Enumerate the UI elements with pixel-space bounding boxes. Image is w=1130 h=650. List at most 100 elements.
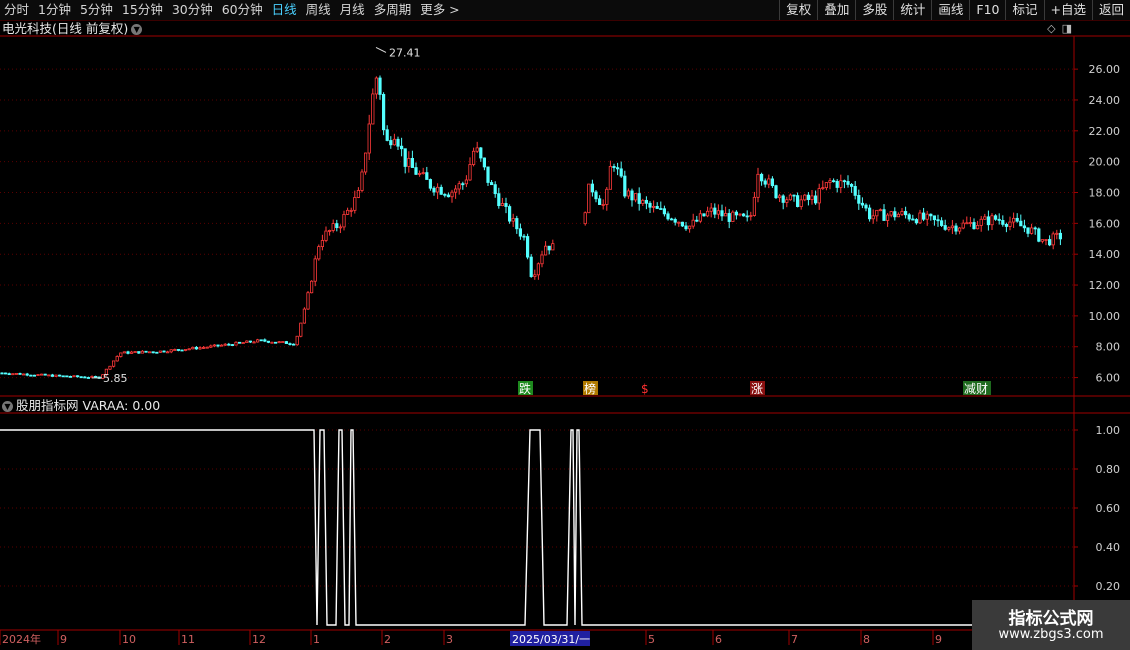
candle-body bbox=[799, 199, 803, 207]
price-tick-label: 6.00 bbox=[1096, 372, 1121, 385]
logo-line2: www.zbgs3.com bbox=[998, 627, 1104, 642]
candle-body bbox=[489, 182, 494, 186]
candle-body bbox=[745, 215, 749, 218]
signal-marker-label[interactable]: $ bbox=[641, 382, 649, 396]
candle-body bbox=[119, 352, 123, 357]
candle-body bbox=[662, 208, 667, 215]
signal-marker-label[interactable]: 榜 bbox=[584, 381, 596, 396]
candle-body bbox=[688, 225, 692, 230]
signal-marker-label[interactable]: 涨 bbox=[751, 381, 763, 396]
time-tick-label: 9 bbox=[935, 633, 942, 646]
candle-body bbox=[857, 195, 861, 204]
candle-body bbox=[58, 374, 62, 377]
candle-body bbox=[605, 188, 609, 205]
candle-body bbox=[76, 375, 80, 378]
candle-body bbox=[709, 207, 713, 212]
candle-body bbox=[698, 213, 703, 222]
varaa-series-line bbox=[0, 429, 1074, 626]
candle-body bbox=[821, 187, 825, 190]
candle-body bbox=[749, 215, 753, 217]
candle-body bbox=[713, 207, 717, 215]
candle-body bbox=[367, 123, 371, 154]
candle-body bbox=[760, 173, 764, 182]
candle-body bbox=[997, 218, 1001, 221]
candle-body bbox=[925, 213, 929, 220]
candle-body bbox=[529, 256, 533, 277]
candle-body bbox=[306, 292, 310, 310]
candle-body bbox=[162, 350, 166, 353]
candle-body bbox=[842, 180, 847, 183]
candle-body bbox=[540, 254, 544, 265]
candle-body bbox=[979, 218, 983, 226]
candle-body bbox=[457, 183, 461, 190]
candle-body bbox=[734, 211, 739, 216]
signal-marker-label[interactable]: 跌 bbox=[519, 381, 531, 396]
candle-body bbox=[522, 235, 526, 238]
candle-body bbox=[958, 227, 962, 232]
candle-body bbox=[868, 207, 872, 220]
candle-body bbox=[479, 147, 483, 159]
candle-body bbox=[673, 219, 677, 223]
candle-body bbox=[670, 218, 674, 221]
candle-body bbox=[536, 263, 541, 276]
candle-body bbox=[360, 171, 364, 191]
candle-body bbox=[173, 349, 177, 351]
candle-body bbox=[209, 345, 213, 348]
candle-body bbox=[1033, 227, 1037, 230]
candle-body bbox=[796, 195, 800, 207]
candle-body bbox=[1044, 239, 1048, 241]
candle-body bbox=[544, 245, 548, 256]
candle-body bbox=[446, 194, 451, 198]
candle-body bbox=[4, 372, 8, 375]
candle-body bbox=[36, 374, 40, 376]
candle-body bbox=[691, 219, 695, 227]
candle-body bbox=[914, 219, 919, 224]
candle-body bbox=[252, 341, 256, 344]
candle-body bbox=[144, 350, 148, 353]
candle-body bbox=[634, 193, 638, 201]
candle-body bbox=[219, 344, 224, 347]
candle-body bbox=[72, 375, 76, 378]
candle-body bbox=[810, 195, 814, 200]
candle-body bbox=[500, 203, 505, 207]
candle-body bbox=[608, 166, 613, 190]
candle-body bbox=[482, 157, 487, 168]
candle-body bbox=[21, 373, 26, 376]
candle-body bbox=[151, 351, 155, 354]
candle-body bbox=[893, 211, 897, 218]
candle-body bbox=[515, 218, 519, 230]
candle-body bbox=[817, 188, 821, 204]
candle-body bbox=[947, 227, 951, 230]
candle-body bbox=[896, 213, 901, 218]
candle-body bbox=[54, 374, 58, 377]
candle-body bbox=[227, 343, 231, 346]
candle-body bbox=[18, 373, 22, 375]
candle-body bbox=[965, 222, 969, 225]
candle-body bbox=[137, 351, 141, 354]
candle-body bbox=[1012, 217, 1016, 223]
candle-body bbox=[475, 147, 479, 152]
candle-body bbox=[828, 180, 832, 183]
candle-body bbox=[904, 211, 908, 216]
candle-body bbox=[281, 341, 285, 343]
candle-body bbox=[918, 212, 922, 224]
candle-body bbox=[79, 376, 83, 379]
candle-body bbox=[198, 347, 202, 350]
chevron-down-icon[interactable]: ▼ bbox=[2, 401, 13, 412]
candle-body bbox=[180, 349, 184, 352]
candle-body bbox=[284, 341, 289, 344]
candle-body bbox=[954, 225, 958, 232]
candle-body bbox=[115, 356, 119, 362]
signal-marker-label[interactable]: 减财 bbox=[964, 382, 988, 396]
candle-body bbox=[90, 375, 94, 378]
candle-body bbox=[158, 350, 162, 353]
candle-body bbox=[273, 341, 278, 344]
candle-body bbox=[1022, 225, 1027, 229]
high-price-label: 27.41 bbox=[389, 46, 421, 59]
kline-chart[interactable]: 26.0024.0022.0020.0018.0016.0014.0012.00… bbox=[0, 0, 1130, 650]
indicator-tick-label: 0.40 bbox=[1096, 541, 1121, 554]
time-tick-label: 8 bbox=[863, 633, 870, 646]
candle-body bbox=[774, 185, 778, 199]
indicator-title: ▼ 股朋指标网 VARAA: 0.00 bbox=[2, 398, 160, 414]
candle-body bbox=[968, 222, 973, 224]
